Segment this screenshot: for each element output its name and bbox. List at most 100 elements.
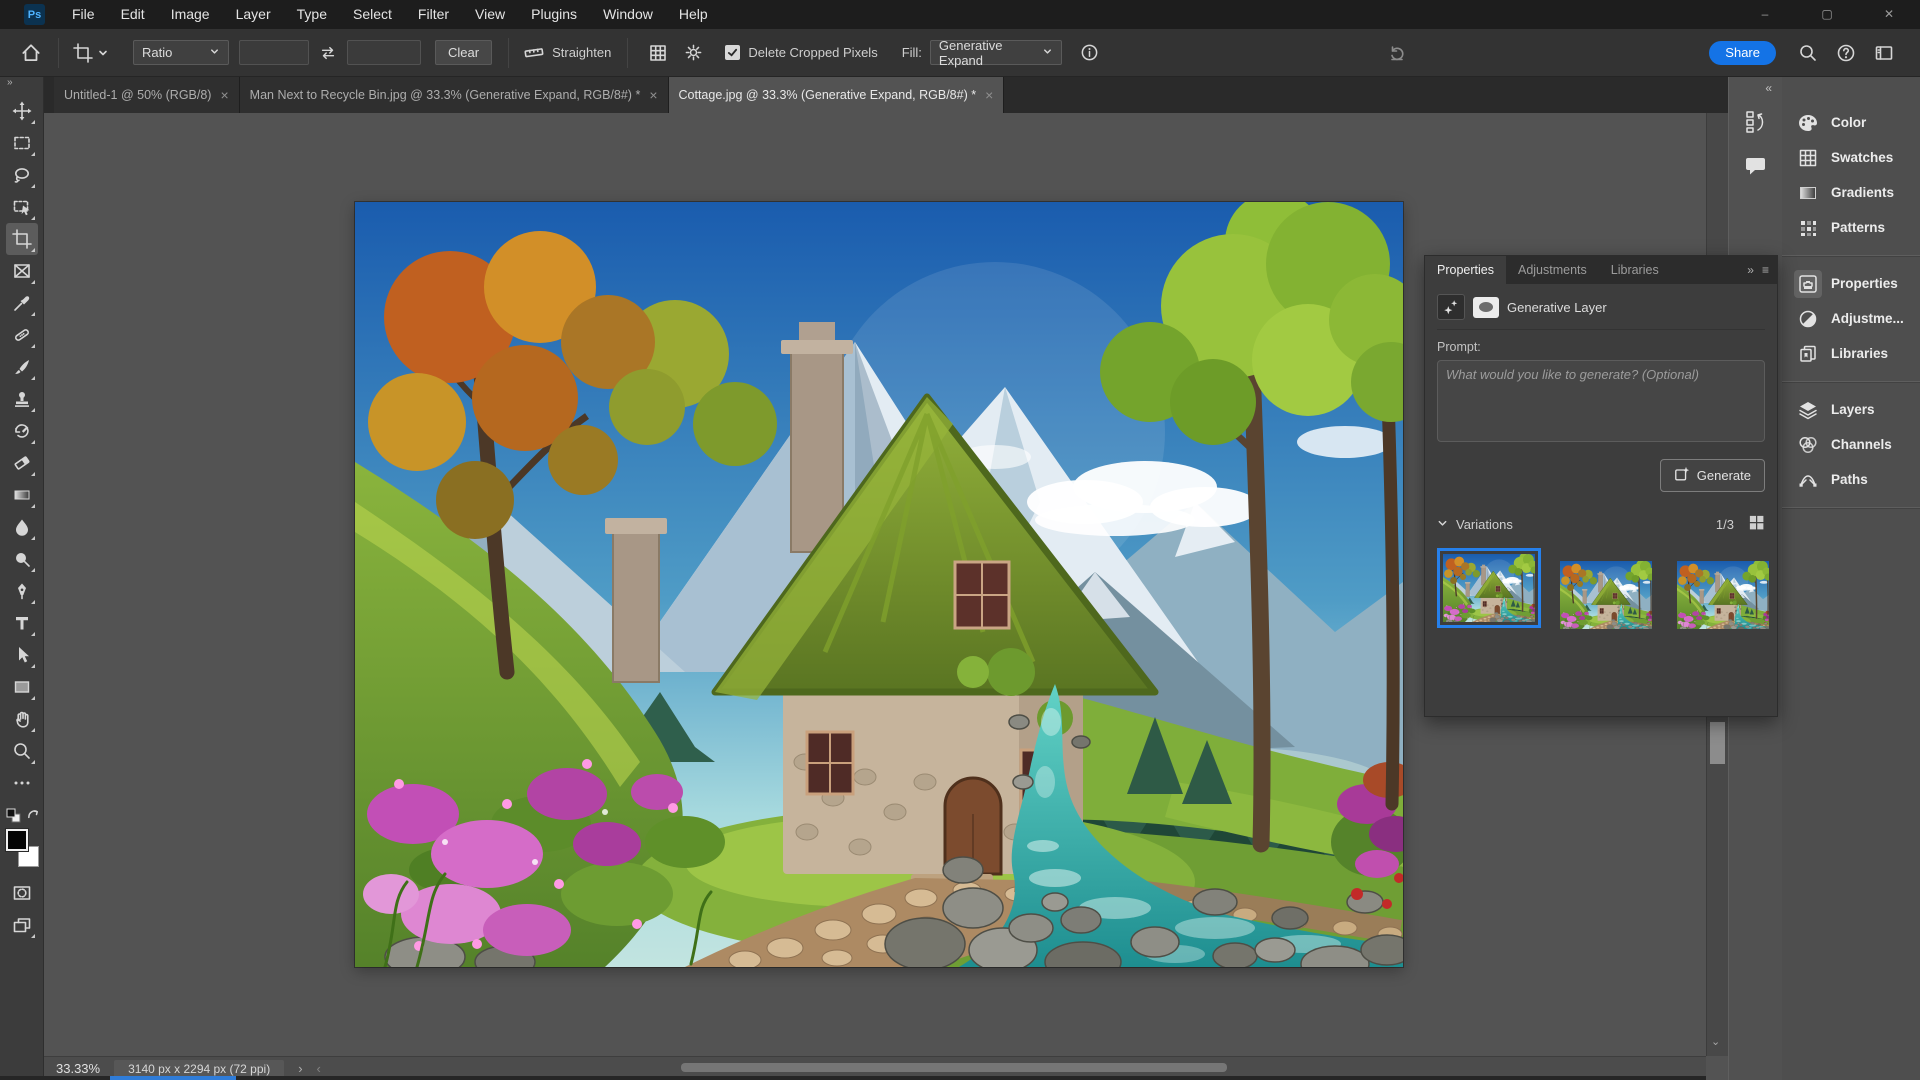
frame-tool[interactable] bbox=[6, 255, 38, 287]
scroll-down-icon[interactable]: ⌄ bbox=[1711, 1035, 1720, 1048]
path-selection-tool[interactable] bbox=[6, 639, 38, 671]
zoom-level-field[interactable]: 33.33% bbox=[56, 1061, 100, 1076]
dock-item-patterns[interactable]: Patterns bbox=[1782, 210, 1920, 245]
default-colors-icon[interactable] bbox=[5, 807, 22, 829]
menu-view[interactable]: View bbox=[462, 0, 518, 29]
gradient-tool[interactable] bbox=[6, 479, 38, 511]
variation-thumbnail-2[interactable] bbox=[1554, 555, 1658, 635]
pen-tool[interactable] bbox=[6, 575, 38, 607]
crop-height-input[interactable] bbox=[347, 40, 421, 65]
help-icon[interactable] bbox=[1836, 43, 1856, 63]
more-tools-icon[interactable] bbox=[6, 767, 38, 799]
tab-properties[interactable]: Properties bbox=[1425, 256, 1506, 284]
rectangle-tool[interactable] bbox=[6, 671, 38, 703]
comment-icon[interactable] bbox=[1744, 154, 1768, 183]
screen-mode-icon[interactable] bbox=[6, 909, 38, 941]
brush-tool[interactable] bbox=[6, 351, 38, 383]
history-brush-tool[interactable] bbox=[6, 415, 38, 447]
menu-window[interactable]: Window bbox=[590, 0, 666, 29]
lasso-tool[interactable] bbox=[6, 159, 38, 191]
close-icon[interactable]: ✕ bbox=[1858, 0, 1920, 29]
maximize-icon[interactable]: ▢ bbox=[1796, 0, 1858, 29]
dock-item-adjustments[interactable]: Adjustme... bbox=[1782, 301, 1920, 336]
foreground-color-swatch[interactable] bbox=[6, 829, 28, 851]
object-selection-tool[interactable] bbox=[6, 191, 38, 223]
tab-man-next-to-recycle-bin[interactable]: Man Next to Recycle Bin.jpg @ 33.3% (Gen… bbox=[240, 77, 669, 113]
generate-button[interactable]: Generate bbox=[1660, 459, 1765, 492]
toolbar-overflow-icon[interactable]: » bbox=[0, 77, 43, 95]
tab-libraries[interactable]: Libraries bbox=[1599, 256, 1671, 284]
variation-thumbnail-1[interactable] bbox=[1437, 548, 1541, 628]
dock-item-layers[interactable]: Layers bbox=[1782, 392, 1920, 427]
panel-menu-icon[interactable]: ≡ bbox=[1762, 263, 1769, 277]
straighten-icon[interactable] bbox=[523, 42, 545, 64]
clear-button[interactable]: Clear bbox=[435, 40, 492, 65]
menu-select[interactable]: Select bbox=[340, 0, 405, 29]
chevron-down-icon[interactable] bbox=[1437, 517, 1448, 532]
swap-colors-icon[interactable] bbox=[26, 807, 41, 827]
straighten-label[interactable]: Straighten bbox=[552, 45, 611, 60]
crop-width-input[interactable] bbox=[239, 40, 309, 65]
quick-mask-icon[interactable] bbox=[6, 877, 38, 909]
info-icon[interactable] bbox=[1080, 43, 1099, 62]
delete-cropped-pixels-label[interactable]: Delete Cropped Pixels bbox=[748, 45, 877, 60]
ratio-select[interactable]: Ratio bbox=[133, 40, 229, 65]
fill-select[interactable]: Generative Expand bbox=[930, 40, 1062, 65]
spot-healing-brush-tool[interactable] bbox=[6, 319, 38, 351]
eyedropper-tool[interactable] bbox=[6, 287, 38, 319]
crop-tool-preset-icon[interactable] bbox=[73, 43, 109, 63]
blur-tool[interactable] bbox=[6, 511, 38, 543]
version-history-icon[interactable] bbox=[1744, 109, 1768, 140]
tab-close-icon[interactable]: × bbox=[985, 88, 993, 102]
share-button[interactable]: Share bbox=[1709, 41, 1776, 65]
menu-filter[interactable]: Filter bbox=[405, 0, 462, 29]
dock-item-channels[interactable]: Channels bbox=[1782, 427, 1920, 462]
document-image[interactable] bbox=[355, 202, 1403, 967]
menu-image[interactable]: Image bbox=[158, 0, 223, 29]
delete-cropped-pixels-checkbox[interactable] bbox=[725, 45, 740, 60]
overlay-grid-icon[interactable] bbox=[648, 43, 668, 63]
layer-thumbnail[interactable] bbox=[1473, 297, 1499, 318]
menu-plugins[interactable]: Plugins bbox=[518, 0, 590, 29]
generative-sparkle-icon[interactable] bbox=[1437, 294, 1465, 320]
search-icon[interactable] bbox=[1798, 43, 1818, 63]
dock-item-libraries[interactable]: Libraries bbox=[1782, 336, 1920, 371]
menu-help[interactable]: Help bbox=[666, 0, 721, 29]
clone-stamp-tool[interactable] bbox=[6, 383, 38, 415]
reset-icon[interactable] bbox=[1387, 43, 1407, 63]
home-icon[interactable] bbox=[20, 42, 42, 64]
horizontal-scrollbar-thumb[interactable] bbox=[681, 1063, 1227, 1072]
menu-file[interactable]: File bbox=[59, 0, 108, 29]
dock-item-swatches[interactable]: Swatches bbox=[1782, 140, 1920, 175]
dock-item-color[interactable]: Color bbox=[1782, 105, 1920, 140]
dock-item-gradients[interactable]: Gradients bbox=[1782, 175, 1920, 210]
move-tool[interactable] bbox=[6, 95, 38, 127]
prompt-input[interactable] bbox=[1437, 360, 1765, 442]
tab-adjustments[interactable]: Adjustments bbox=[1506, 256, 1599, 284]
type-tool[interactable] bbox=[6, 607, 38, 639]
dock-item-properties[interactable]: Properties bbox=[1782, 266, 1920, 301]
menu-edit[interactable]: Edit bbox=[108, 0, 158, 29]
variation-thumbnail-3[interactable] bbox=[1671, 555, 1775, 635]
eraser-tool[interactable] bbox=[6, 447, 38, 479]
swap-dimensions-icon[interactable] bbox=[319, 44, 337, 62]
hand-tool[interactable] bbox=[6, 703, 38, 735]
menu-layer[interactable]: Layer bbox=[223, 0, 284, 29]
photoshop-logo[interactable]: Ps bbox=[24, 4, 45, 25]
crop-settings-gear-icon[interactable] bbox=[684, 43, 703, 62]
vertical-scrollbar-thumb[interactable] bbox=[1710, 722, 1725, 764]
tab-cottage[interactable]: Cottage.jpg @ 33.3% (Generative Expand, … bbox=[669, 77, 1005, 113]
workspace-icon[interactable] bbox=[1874, 43, 1894, 63]
menu-type[interactable]: Type bbox=[284, 0, 340, 29]
crop-tool[interactable] bbox=[6, 223, 38, 255]
minimize-icon[interactable]: – bbox=[1734, 0, 1796, 29]
status-chevron-right-icon[interactable]: › bbox=[298, 1061, 302, 1076]
dodge-tool[interactable] bbox=[6, 543, 38, 575]
dock-item-paths[interactable]: Paths bbox=[1782, 462, 1920, 497]
grid-view-icon[interactable] bbox=[1748, 514, 1765, 534]
collapse-panel-icon[interactable]: » bbox=[1747, 263, 1754, 277]
document-info[interactable]: 3140 px x 2294 px (72 ppi) bbox=[114, 1060, 284, 1078]
collapse-panels-icon[interactable]: « bbox=[1765, 81, 1772, 95]
tab-untitled-1[interactable]: Untitled-1 @ 50% (RGB/8) × bbox=[54, 77, 240, 113]
zoom-tool[interactable] bbox=[6, 735, 38, 767]
